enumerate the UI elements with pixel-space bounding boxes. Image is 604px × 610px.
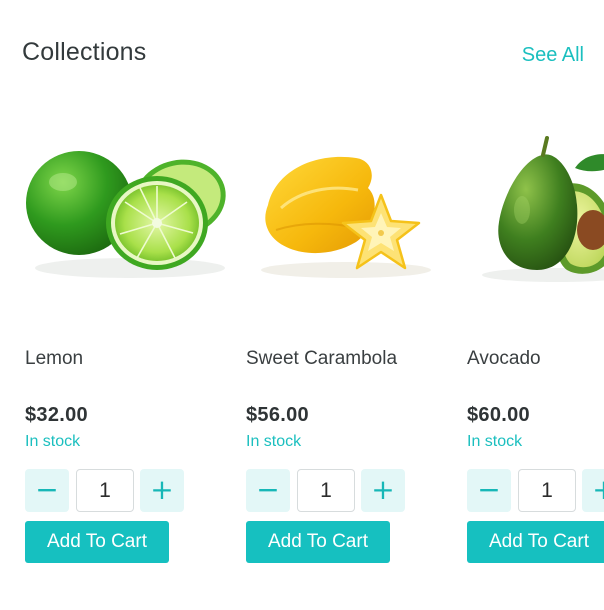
- increase-quantity-button[interactable]: +: [361, 469, 405, 512]
- product-card-avocado[interactable]: Avocado $60.00 In stock − 1 + Add To Car…: [467, 0, 604, 610]
- product-price: $60.00: [467, 404, 530, 426]
- product-name: Sweet Carambola: [246, 348, 398, 369]
- product-card-sweet-carambola[interactable]: Sweet Carambola $56.00 In stock − 1 + Ad…: [246, 0, 456, 610]
- add-to-cart-button[interactable]: Add To Cart: [467, 521, 604, 563]
- product-card-lemon[interactable]: Lemon $32.00 In stock − 1 + Add To Cart: [25, 0, 235, 610]
- stock-status: In stock: [25, 433, 81, 450]
- quantity-field[interactable]: 1: [76, 469, 134, 512]
- avocado-fruit-image: [482, 136, 604, 282]
- stock-status: In stock: [467, 433, 523, 450]
- quantity-field[interactable]: 1: [297, 469, 355, 512]
- product-name: Lemon: [25, 348, 84, 369]
- product-price: $56.00: [246, 404, 309, 426]
- quantity-field[interactable]: 1: [518, 469, 576, 512]
- decrease-quantity-button[interactable]: −: [467, 469, 511, 512]
- decrease-quantity-button[interactable]: −: [246, 469, 290, 512]
- carambola-fruit-image: [261, 156, 431, 278]
- product-price: $32.00: [25, 404, 88, 426]
- quantity-stepper: − 1 +: [246, 469, 406, 512]
- decrease-quantity-button[interactable]: −: [25, 469, 69, 512]
- collections-screen: Collections See All Lemon $32.00 In stoc…: [0, 0, 604, 610]
- add-to-cart-button[interactable]: Add To Cart: [246, 521, 390, 563]
- quantity-stepper: − 1 +: [25, 469, 185, 512]
- lime-fruit-image: [26, 151, 226, 278]
- product-name: Avocado: [467, 348, 541, 369]
- increase-quantity-button[interactable]: +: [582, 469, 604, 512]
- stock-status: In stock: [246, 433, 302, 450]
- quantity-stepper: − 1 +: [467, 469, 604, 512]
- increase-quantity-button[interactable]: +: [140, 469, 184, 512]
- add-to-cart-button[interactable]: Add To Cart: [25, 521, 169, 563]
